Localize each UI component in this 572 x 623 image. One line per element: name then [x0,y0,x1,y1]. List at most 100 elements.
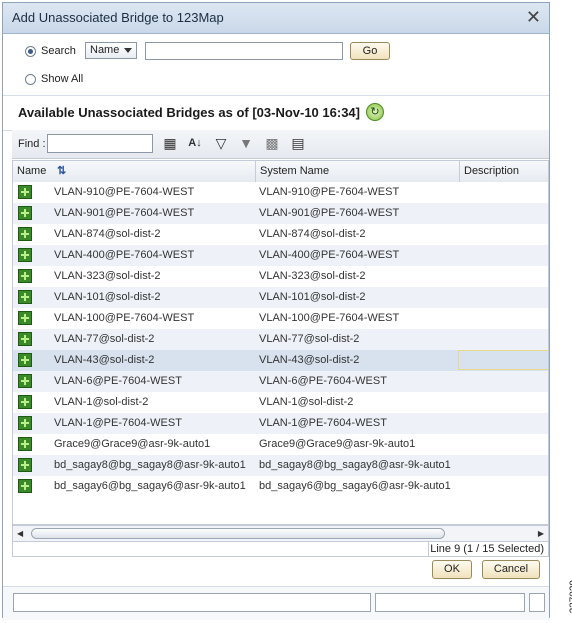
cell-name: VLAN-400@PE-7604-WEST [54,249,195,261]
scrollbar-thumb[interactable] [31,528,445,539]
table-row[interactable]: VLAN-100@PE-7604-WEST VLAN-100@PE-7604-WE… [13,308,548,329]
search-radio[interactable] [25,46,36,57]
scroll-right-icon[interactable]: ▶ [538,529,544,538]
search-field-select-value: Name [90,44,120,56]
horizontal-scrollbar[interactable]: ◀ ▶ [12,525,549,542]
table-settings-icon[interactable]: ▦ [162,135,178,151]
column-header-system-name-label: System Name [260,165,330,177]
filter-clear-icon[interactable]: ▼ [238,135,254,151]
cell-name: bd_sagay6@bg_sagay6@asr-9k-auto1 [54,480,246,492]
cell-name: VLAN-901@PE-7604-WEST [54,207,195,219]
cell-name: VLAN-101@sol-dist-2 [54,291,161,303]
cell-name: VLAN-100@PE-7604-WEST [54,312,195,324]
cell-system-name: Grace9@Grace9@asr-9k-auto1 [259,438,416,450]
cell-name: VLAN-323@sol-dist-2 [54,270,161,282]
table-row[interactable]: VLAN-874@sol-dist-2 VLAN-874@sol-dist-2 [13,224,548,245]
cell-name: bd_sagay8@bg_sagay8@asr-9k-auto1 [54,459,246,471]
bridge-icon [18,227,32,241]
bridge-icon [18,332,32,346]
scroll-left-icon[interactable]: ◀ [17,529,23,538]
cell-name: Grace9@Grace9@asr-9k-auto1 [54,438,211,450]
add-bridge-dialog: Add Unassociated Bridge to 123Map ✕ Sear… [2,2,550,620]
ok-button[interactable]: OK [432,560,472,579]
cell-name: VLAN-1@sol-dist-2 [54,396,149,408]
table-row[interactable]: bd_sagay8@bg_sagay8@asr-9k-auto1 bd_sagay… [13,455,548,476]
title-bar[interactable]: Add Unassociated Bridge to 123Map ✕ [3,3,549,34]
sort-indicator-icon: ⇅ [57,165,67,177]
cell-name: VLAN-43@sol-dist-2 [54,354,155,366]
column-header-name[interactable]: Name ⇅ [13,161,256,182]
cell-name: VLAN-910@PE-7604-WEST [54,186,195,198]
cancel-button[interactable]: Cancel [482,560,540,579]
footer-field-1 [13,593,371,612]
table-row[interactable]: VLAN-1@sol-dist-2 VLAN-1@sol-dist-2 [13,392,548,413]
cell-name: VLAN-1@PE-7604-WEST [54,417,182,429]
figure-id: 237029 [568,580,572,614]
cell-system-name: VLAN-874@sol-dist-2 [259,228,366,240]
sort-az-icon[interactable]: A↓ [187,135,203,151]
available-bridges-title: Available Unassociated Bridges as of [03… [18,105,360,120]
cell-system-name: bd_sagay6@bg_sagay6@asr-9k-auto1 [259,480,451,492]
cell-system-name: VLAN-100@PE-7604-WEST [259,312,400,324]
chevron-down-icon [124,48,132,53]
bridge-icon [18,458,32,472]
table-row[interactable]: VLAN-1@PE-7604-WEST VLAN-1@PE-7604-WEST [13,413,548,434]
table-row[interactable]: VLAN-77@sol-dist-2 VLAN-77@sol-dist-2 [13,329,548,350]
search-field-select[interactable]: Name [85,42,137,59]
cell-system-name: VLAN-323@sol-dist-2 [259,270,366,282]
cell-system-name: VLAN-6@PE-7604-WEST [259,375,387,387]
search-radio-label: Search [41,45,76,57]
cell-system-name: VLAN-1@PE-7604-WEST [259,417,387,429]
table-row[interactable]: VLAN-43@sol-dist-2 VLAN-43@sol-dist-2 [13,350,548,371]
cell-system-name: VLAN-901@PE-7604-WEST [259,207,400,219]
cell-system-name: bd_sagay8@bg_sagay8@asr-9k-auto1 [259,459,451,471]
table-row[interactable]: VLAN-6@PE-7604-WEST VLAN-6@PE-7604-WEST [13,371,548,392]
refresh-icon[interactable]: ↻ [366,103,384,121]
cell-name: VLAN-6@PE-7604-WEST [54,375,182,387]
cell-system-name: VLAN-910@PE-7604-WEST [259,186,400,198]
column-header-system-name[interactable]: System Name [256,161,460,182]
table-row[interactable]: Grace9@Grace9@asr-9k-auto1 Grace9@Grace9@… [13,434,548,455]
section-heading: Available Unassociated Bridges as of [03… [3,95,549,131]
table-row[interactable]: VLAN-901@PE-7604-WEST VLAN-901@PE-7604-WE… [13,203,548,224]
export-icon[interactable]: ▩ [264,135,280,151]
cell-system-name: VLAN-43@sol-dist-2 [259,354,360,366]
selected-cell-outline [458,350,548,370]
footer-field-3 [529,593,545,612]
show-all-radio-label: Show All [41,73,84,85]
cell-system-name: VLAN-400@PE-7604-WEST [259,249,400,261]
find-input[interactable] [47,134,153,153]
dialog-title: Add Unassociated Bridge to 123Map [12,10,224,25]
column-header-description[interactable]: Description [460,161,548,182]
search-input[interactable] [145,42,343,60]
filter-icon[interactable]: ▽ [213,135,229,151]
search-panel: Search Name Go Show All [3,34,549,94]
dialog-footer [3,586,549,620]
table-row[interactable]: VLAN-101@sol-dist-2 VLAN-101@sol-dist-2 [13,287,548,308]
go-button[interactable]: Go [350,42,390,60]
bridges-table: Name ⇅ System Name Description VLAN-910@… [12,160,549,525]
close-icon[interactable]: ✕ [526,7,541,28]
bridge-icon [18,311,32,325]
table-row[interactable]: bd_sagay6@bg_sagay6@asr-9k-auto1 bd_sagay… [13,476,548,497]
status-divider [428,542,429,556]
find-label: Find : [18,138,46,150]
bridge-icon [18,479,32,493]
table-status-bar: Line 9 (1 / 15 Selected) [12,542,549,557]
cell-system-name: VLAN-77@sol-dist-2 [259,333,360,345]
selection-status: Line 9 (1 / 15 Selected) [430,543,544,555]
column-chooser-icon[interactable]: ▤ [290,135,306,151]
cell-system-name: VLAN-101@sol-dist-2 [259,291,366,303]
footer-field-2 [375,593,525,612]
bridge-icon [18,416,32,430]
bridge-icon [18,269,32,283]
bridge-icon [18,248,32,262]
bridge-icon [18,353,32,367]
table-header: Name ⇅ System Name Description [13,161,548,183]
table-row[interactable]: VLAN-910@PE-7604-WEST VLAN-910@PE-7604-WE… [13,182,548,203]
table-row[interactable]: VLAN-400@PE-7604-WEST VLAN-400@PE-7604-WE… [13,245,548,266]
cell-system-name: VLAN-1@sol-dist-2 [259,396,354,408]
table-row[interactable]: VLAN-323@sol-dist-2 VLAN-323@sol-dist-2 [13,266,548,287]
show-all-radio[interactable] [25,74,36,85]
bridge-icon [18,437,32,451]
